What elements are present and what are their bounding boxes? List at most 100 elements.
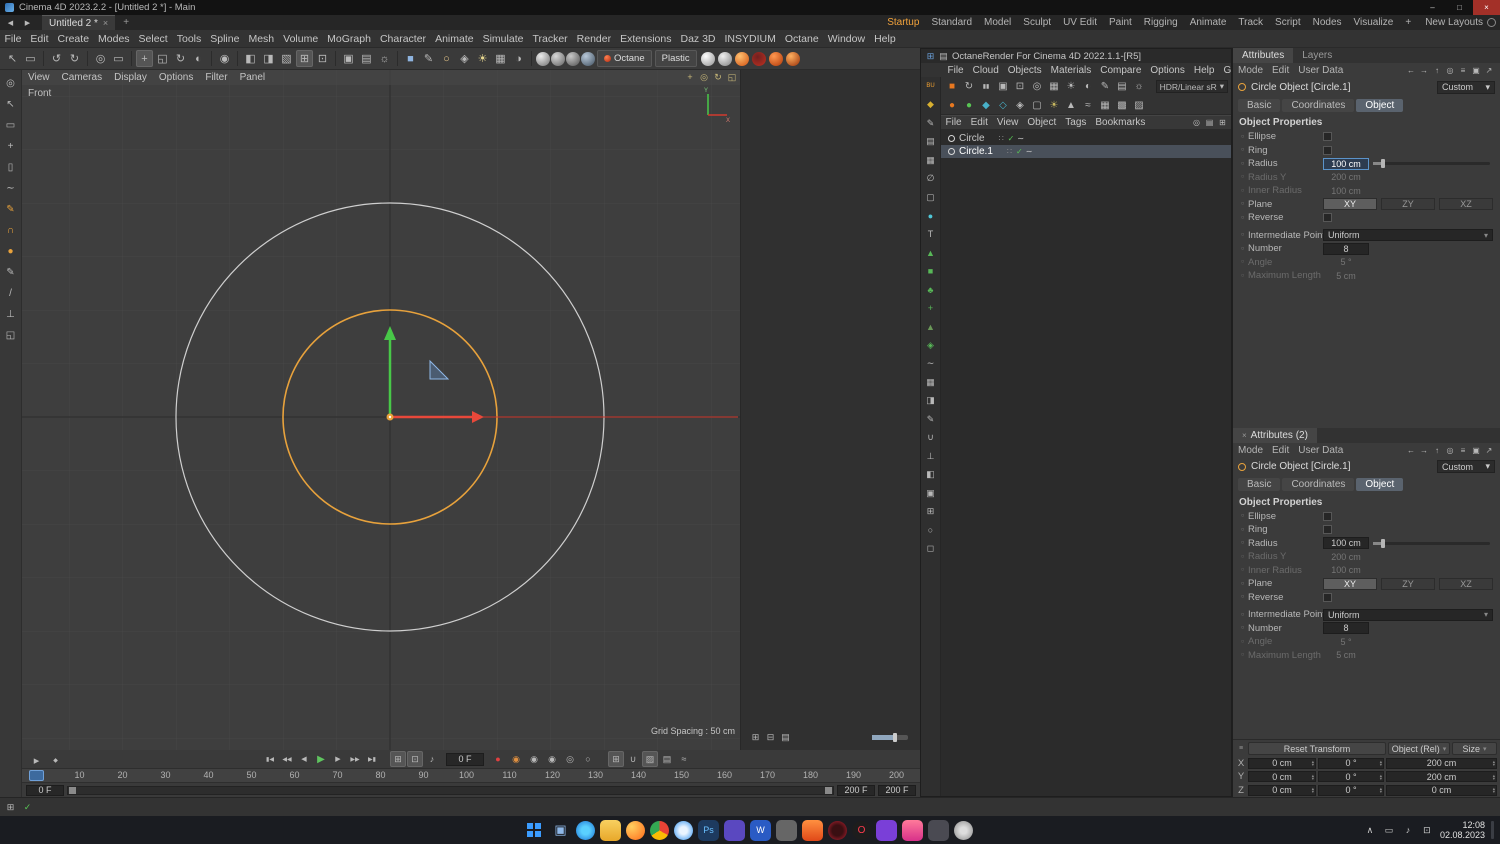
position-z-input[interactable]: 0 cm ▴ ▾: [1248, 784, 1316, 796]
animation-dot-icon[interactable]: ○: [1237, 527, 1248, 533]
taskbar-app-icon[interactable]: [776, 819, 797, 841]
shader-ball-icon[interactable]: [717, 51, 732, 66]
timeline-marker-icon[interactable]: ◆: [47, 752, 64, 769]
mode-menu-item[interactable]: Mode: [1238, 445, 1263, 456]
add-primitive-button[interactable]: ■: [402, 50, 419, 67]
rotation-x-input[interactable]: 0 ° ▴ ▾: [1318, 757, 1384, 769]
plane-xz-button[interactable]: XZ: [1439, 198, 1493, 211]
animation-dot-icon[interactable]: ○: [1237, 567, 1248, 573]
tab-back-icon[interactable]: ◀: [2, 14, 19, 31]
animation-dot-icon[interactable]: ○: [1237, 201, 1248, 207]
back-arrow-icon[interactable]: ←: [1405, 444, 1417, 456]
range-end-input[interactable]: 200 F: [837, 784, 875, 796]
taskbar-compass-icon[interactable]: [954, 820, 973, 840]
animation-dot-icon[interactable]: ○: [1237, 540, 1248, 546]
zoom-view-icon[interactable]: ◎: [697, 70, 711, 84]
rotate-tool[interactable]: ↻: [172, 50, 189, 67]
menu-item[interactable]: Help: [870, 33, 901, 45]
material-sphere-icon[interactable]: [581, 51, 595, 66]
ellipse-checkbox[interactable]: [1323, 511, 1332, 521]
octane-picker-icon[interactable]: ✎: [1097, 79, 1113, 95]
animation-dot-icon[interactable]: ○: [1237, 147, 1248, 153]
strip-graph-icon[interactable]: ▤: [924, 135, 938, 149]
strip-spline-icon[interactable]: ∼: [924, 357, 938, 371]
move-tool[interactable]: +: [136, 50, 153, 67]
mode-menu-item[interactable]: User Data: [1298, 445, 1343, 456]
mode-menu-item[interactable]: User Data: [1298, 65, 1343, 76]
z-axis-lock-icon[interactable]: ▧: [278, 50, 295, 67]
tab-add-button[interactable]: +: [115, 17, 137, 28]
object-manager-menu-item[interactable]: Object: [1023, 117, 1061, 128]
range-end-input-2[interactable]: 200 F: [878, 784, 916, 796]
radius-input[interactable]: 100 cm: [1323, 157, 1369, 170]
octane-menu-item[interactable]: Materials: [1046, 65, 1096, 76]
layout-tab[interactable]: Visualize: [1348, 17, 1400, 28]
octane-menu-item[interactable]: Help: [1189, 65, 1219, 76]
minimize-button[interactable]: –: [1419, 0, 1446, 15]
size-z-input[interactable]: 0 cm ▴ ▾: [1386, 784, 1497, 796]
tray-chevron-icon[interactable]: ∧: [1363, 823, 1377, 837]
section-tab[interactable]: Basic: [1238, 478, 1281, 491]
strip-image-icon[interactable]: ▦: [924, 153, 938, 167]
strip-null-icon[interactable]: ∅: [924, 172, 938, 186]
layout-tab[interactable]: Nodes: [1307, 17, 1348, 28]
section-tab[interactable]: Object: [1356, 98, 1404, 112]
octane-portal-icon[interactable]: ▢: [1029, 97, 1045, 113]
section-tab[interactable]: Coordinates: [1282, 478, 1355, 491]
parent-icon[interactable]: ↑: [1431, 65, 1443, 77]
strip-sphere-icon[interactable]: ●: [924, 209, 938, 223]
snap-icon[interactable]: ⊡: [314, 50, 331, 67]
section-tab[interactable]: Object: [1356, 478, 1404, 491]
spline-smooth-icon[interactable]: ●: [3, 243, 19, 259]
scale-tool[interactable]: ◱: [154, 50, 171, 67]
timeline-play-small-icon[interactable]: ▸: [28, 752, 45, 769]
menu-item[interactable]: Character: [375, 33, 430, 45]
strip-cone-icon[interactable]: ▲: [924, 246, 938, 260]
octane-save-icon[interactable]: ▤: [1114, 79, 1130, 95]
object-row[interactable]: Circle ∷ ✓ ∼: [941, 132, 1231, 145]
next-frame-button[interactable]: ▶: [330, 751, 346, 767]
size-mode-dropdown[interactable]: Size ▾: [1452, 742, 1497, 755]
octane-daynight-icon[interactable]: ◐: [1080, 79, 1096, 95]
layout-tab[interactable]: Startup: [881, 17, 925, 28]
add-camera-button[interactable]: ▦: [492, 50, 509, 67]
number-input[interactable]: 8: [1323, 622, 1369, 635]
number-input[interactable]: 8: [1323, 242, 1369, 255]
octane-texture-env-icon[interactable]: ▲: [1063, 97, 1079, 113]
menu-item[interactable]: MoGraph: [323, 33, 376, 45]
strip-half-icon[interactable]: ◧: [924, 468, 938, 482]
mode-menu-item[interactable]: Edit: [1272, 65, 1289, 76]
octane-stop-icon[interactable]: ■: [944, 79, 960, 95]
octane-focus-icon[interactable]: ◎: [1029, 79, 1045, 95]
lock-icon[interactable]: ▣: [1470, 444, 1482, 456]
start-button[interactable]: [527, 823, 541, 837]
strip-square-icon[interactable]: ◻: [924, 542, 938, 556]
close-button[interactable]: ×: [1473, 0, 1500, 15]
object-manager-menu-item[interactable]: Bookmarks: [1091, 117, 1150, 128]
octane-specular-icon[interactable]: ◆: [978, 97, 994, 113]
octane-hdri-env-icon[interactable]: ☀: [1046, 97, 1062, 113]
knife-tool-icon[interactable]: /: [3, 285, 19, 301]
layer-toggle-icon[interactable]: ⊟: [764, 731, 777, 744]
live-selection-tool[interactable]: ◎: [92, 50, 109, 67]
search-icon[interactable]: ◎: [1444, 65, 1456, 77]
strip-snap-icon[interactable]: ⊞: [924, 505, 938, 519]
close-icon[interactable]: ×: [1242, 431, 1247, 440]
animation-dot-icon[interactable]: ○: [1237, 652, 1248, 658]
add-spline-button[interactable]: ○: [438, 50, 455, 67]
viewport-menu-item[interactable]: Panel: [234, 72, 272, 83]
viewport-zoom-slider[interactable]: [872, 733, 908, 742]
taskbar-app-icon[interactable]: [876, 819, 897, 841]
layout-tab[interactable]: Track: [1232, 17, 1269, 28]
taskbar-opera-gx-icon[interactable]: [828, 820, 847, 840]
expand-icon[interactable]: ↗: [1483, 444, 1495, 456]
animation-dot-icon[interactable]: ○: [1237, 174, 1248, 180]
strip-magnet-icon[interactable]: ∪: [924, 431, 938, 445]
toggle-view-icon[interactable]: ◱: [725, 70, 739, 84]
octane-settings-icon[interactable]: ☼: [1131, 79, 1147, 95]
forward-arrow-icon[interactable]: →: [1418, 444, 1430, 456]
menu-item[interactable]: Modes: [94, 33, 135, 45]
taskbar-app-icon[interactable]: [902, 819, 923, 841]
animation-dot-icon[interactable]: ○: [1237, 134, 1248, 140]
frame-select-icon[interactable]: ▭: [3, 117, 19, 133]
